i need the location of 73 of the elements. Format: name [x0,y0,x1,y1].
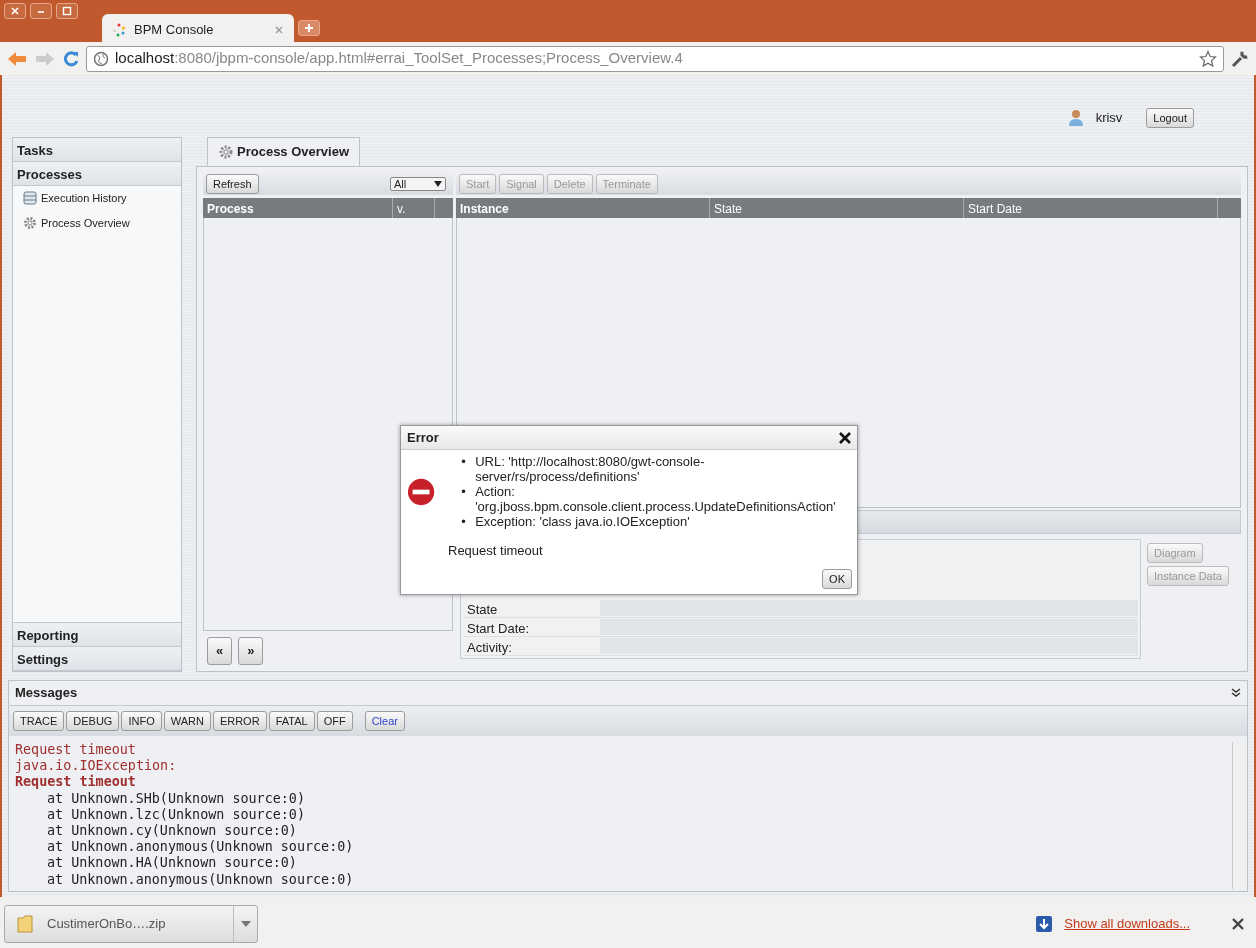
panel-tab[interactable]: Process Overview [207,137,361,166]
log-level-button[interactable]: DEBUG [66,711,120,731]
caret-icon [434,181,442,187]
log-line: at Unknown.lzc(Unknown source:0) [46,806,306,823]
spinner-icon [112,22,126,37]
field-label: State [466,601,499,617]
gear-icon [23,215,37,230]
log-level-button[interactable]: WARN [163,711,211,731]
zip-file-icon [17,914,33,933]
error-detail: URL: 'http://localhost:8080/gwt-console-server/rs/process/definitions' [475,454,706,484]
address-bar[interactable]: localhost:8080/jbpm-console/app.html#errai_ToolSet_Processes;Process_Overview.4 [86,45,1224,72]
next-page-button[interactable]: » [238,637,264,665]
filter-dropdown[interactable]: All [390,177,446,191]
dialog-message: Request timeout [447,542,544,560]
plus-icon [304,23,314,33]
user-icon [1067,109,1084,127]
url-text: localhost:8080/jbpm-console/app.html#errai_ToolSet_Processes;Process_Overview.4 [115,48,684,69]
dialog-title: Error [407,428,439,447]
download-item[interactable]: CustimerOnBo….zip [4,904,258,943]
sidebar-item[interactable]: Execution History [13,186,181,211]
log-line: at Unknown.cy(Unknown source:0) [46,823,298,840]
field-label: Start Date: [466,620,531,636]
table-icon [23,191,37,206]
star-icon[interactable] [1199,49,1217,68]
log-level-button[interactable]: ERROR [212,711,267,731]
bullet: • [461,514,467,529]
error-detail: Exception: 'class java.io.IOException' [475,514,690,529]
bullet: • [461,454,467,471]
error-detail: Action: 'org.jboss.bpm.console.client.process.UpdateDefinitionsAction' [475,484,837,514]
tab-title: BPM Console [134,20,215,39]
log-level-button[interactable]: OFF [316,711,353,731]
log-line: java.io.IOException: [15,758,178,774]
close-icon[interactable] [839,431,851,444]
reload-icon[interactable] [62,49,80,68]
new-tab-button[interactable] [298,20,320,36]
gear-icon [218,144,234,160]
log-line: at Unknown.SHb(Unknown source:0) [46,790,306,807]
refresh-button[interactable]: Refresh [206,174,259,194]
collapse-icon[interactable] [1231,688,1241,698]
sidebar-section[interactable]: Tasks [13,138,181,162]
bullet: • [461,484,467,501]
maximize-button[interactable] [56,3,78,19]
sidebar-section[interactable]: Reporting [13,623,181,647]
maximize-icon [62,6,72,16]
panel-title: Messages [15,684,78,703]
ok-button[interactable]: OK [822,568,852,589]
browser-tab[interactable]: BPM Console [102,14,294,45]
log-level-button[interactable]: FATAL [268,711,315,731]
log-line: at Unknown.HA(Unknown source:0) [46,855,298,872]
download-icon [1036,915,1053,932]
clear-button[interactable]: Clear [364,711,405,731]
error-icon [407,476,436,507]
user-name: krisv [1095,109,1123,128]
previous-page-button[interactable]: « [207,637,233,665]
field-label: Activity: [466,639,513,655]
sidebar-section[interactable]: Settings [13,647,181,671]
close-button[interactable] [4,3,26,19]
log-line: Request timeout [15,742,137,759]
globe-icon [93,50,109,67]
log-line: at Unknown.anonymous(Unknown source:0) [46,839,355,856]
show-all-downloads-link[interactable]: Show all downloads... [1064,913,1190,934]
close-icon[interactable] [1232,917,1244,930]
log-level-button[interactable]: INFO [121,711,162,731]
sidebar-item[interactable]: Process Overview [13,210,181,235]
caret-icon[interactable] [240,920,251,927]
log-line: at Unknown.anonymous(Unknown source:0) [46,871,355,888]
minimize-button[interactable] [30,3,52,19]
close-icon [10,6,20,16]
log-line: Request timeout [15,774,137,791]
sidebar-section[interactable]: Processes [13,162,181,186]
back-icon[interactable] [6,49,28,68]
logout-button[interactable]: Logout [1146,108,1194,128]
log-level-button[interactable]: TRACE [13,711,65,731]
